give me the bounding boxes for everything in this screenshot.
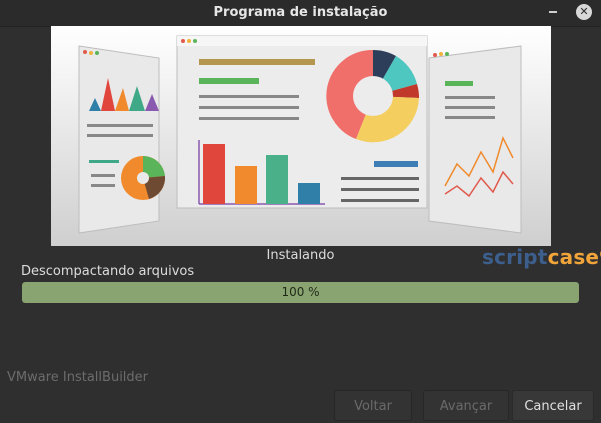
installbuilder-label: VMware InstallBuilder <box>7 370 149 385</box>
next-button[interactable]: Avançar <box>423 390 509 421</box>
minimize-icon[interactable] <box>546 5 560 19</box>
progress-text: 100 % <box>281 285 320 299</box>
close-icon[interactable]: ✕ <box>576 4 592 20</box>
center-panel <box>176 35 428 209</box>
cancel-button[interactable]: Cancelar <box>512 390 594 421</box>
install-status: Instalando <box>266 248 335 263</box>
install-progress-bar: 100 % <box>22 282 579 303</box>
window-title: Programa de instalação <box>213 5 388 20</box>
dashboard-illustration <box>51 26 551 246</box>
install-step-label: Descompactando arquivos <box>21 264 195 279</box>
left-panel <box>78 45 166 234</box>
right-panel <box>428 45 522 234</box>
back-button[interactable]: Voltar <box>334 390 412 421</box>
installer-banner-image: scriptcase9 <box>51 26 601 269</box>
window-titlebar: Programa de instalação ✕ <box>0 0 601 27</box>
